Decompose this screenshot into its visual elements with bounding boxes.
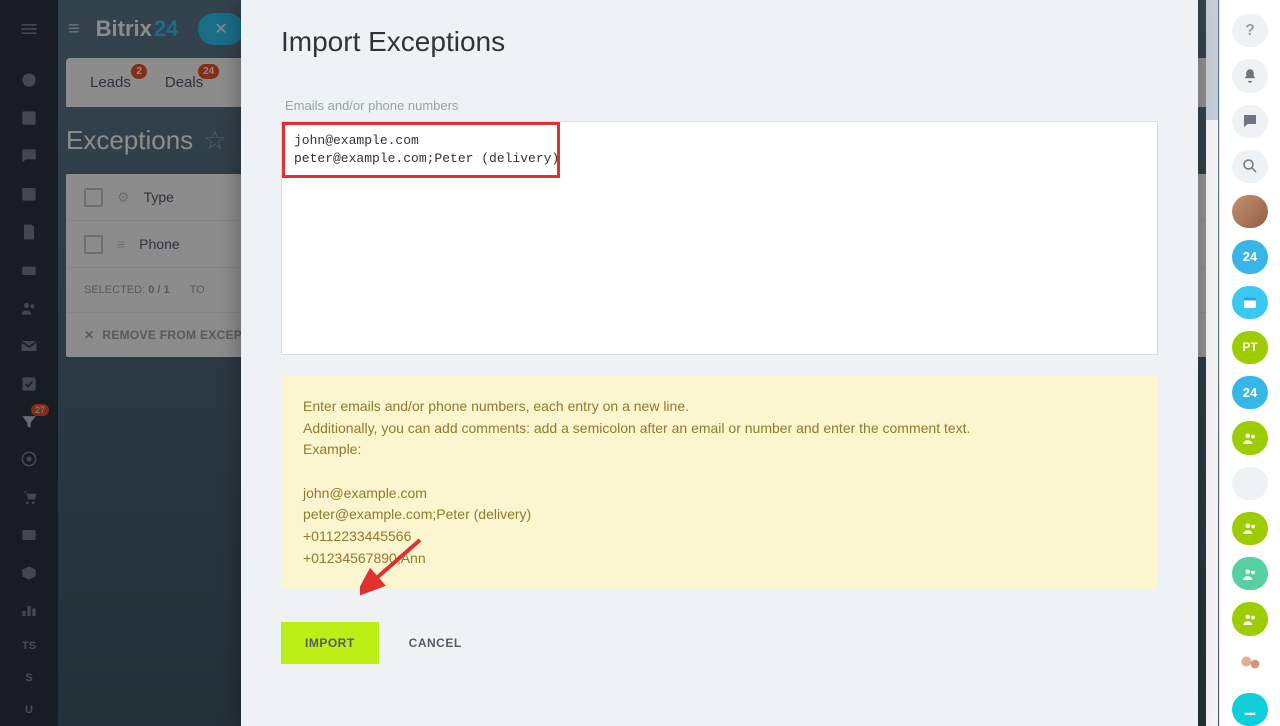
- b24-blue-icon[interactable]: 24: [1232, 240, 1268, 273]
- cancel-button[interactable]: CANCEL: [403, 635, 468, 651]
- group-mint-icon[interactable]: [1232, 557, 1268, 590]
- help-text-line: Enter emails and/or phone numbers, each …: [303, 396, 1136, 418]
- help-example-line: +0112233445566: [303, 526, 1136, 548]
- export-icon[interactable]: [1232, 693, 1268, 726]
- help-example-line: john@example.com: [303, 483, 1136, 505]
- scrollbar-thumb[interactable]: [1206, 0, 1218, 120]
- exceptions-textarea[interactable]: [281, 121, 1158, 355]
- help-icon[interactable]: ?: [1232, 14, 1268, 47]
- import-button[interactable]: IMPORT: [281, 622, 379, 664]
- help-text-line: Example:: [303, 439, 1136, 461]
- textarea-label: Emails and/or phone numbers: [285, 98, 1158, 113]
- help-box: Enter emails and/or phone numbers, each …: [281, 376, 1158, 590]
- modal-title: Import Exceptions: [281, 26, 1158, 58]
- import-exceptions-modal: Import Exceptions Emails and/or phone nu…: [241, 0, 1198, 726]
- b24-blue-icon-2[interactable]: 24: [1232, 376, 1268, 409]
- bell-icon[interactable]: [1232, 59, 1268, 92]
- chat-bubble-icon[interactable]: [1232, 105, 1268, 138]
- modal-button-row: IMPORT CANCEL: [281, 622, 1158, 664]
- help-example-line: +01234567890;Ann: [303, 548, 1136, 570]
- group-green-icon[interactable]: [1232, 421, 1268, 454]
- group-teal-icon[interactable]: [1232, 467, 1268, 500]
- avatar-group[interactable]: [1232, 195, 1268, 228]
- avatar-pair[interactable]: [1232, 648, 1268, 681]
- help-text-line: Additionally, you can add comments: add …: [303, 418, 1136, 440]
- help-example-line: peter@example.com;Peter (delivery): [303, 504, 1136, 526]
- group-green-icon-2[interactable]: [1232, 512, 1268, 545]
- calendar-circle-icon[interactable]: [1232, 286, 1268, 319]
- group-green-icon-3[interactable]: [1232, 602, 1268, 635]
- pt-green-icon[interactable]: PT: [1232, 331, 1268, 364]
- right-rail: ? 24 PT 24: [1219, 0, 1280, 726]
- search-icon[interactable]: [1232, 150, 1268, 183]
